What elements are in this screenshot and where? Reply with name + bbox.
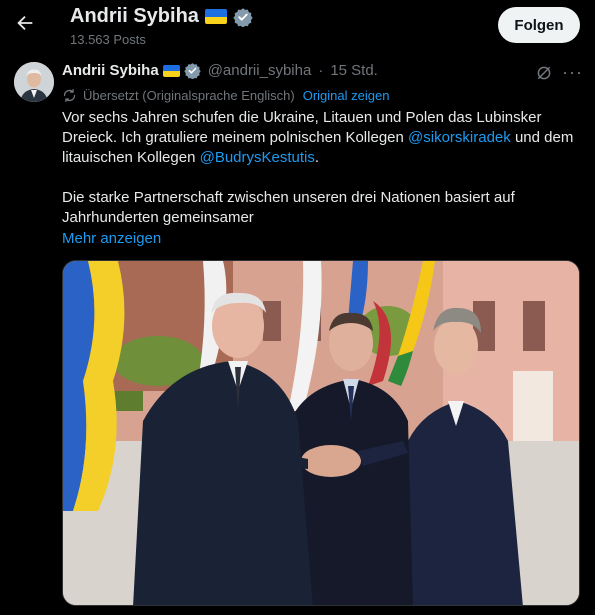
mention-link[interactable]: @sikorskiradek <box>408 129 511 146</box>
show-original-link[interactable]: Original zeigen <box>303 88 390 103</box>
follow-button[interactable]: Folgen <box>498 7 580 43</box>
posts-count: 13.563 Posts <box>70 32 146 47</box>
profile-header: Andrii Sybiha 13.563 Posts Folgen <box>0 0 595 50</box>
post-paragraph-2: Die starke Partnerschaft zwischen unsere… <box>62 189 515 226</box>
mention-link[interactable]: @BudrysKestutis <box>200 149 315 166</box>
post-text: Vor sechs Jahren schufen die Ukraine, Li… <box>62 108 577 228</box>
translation-note: Übersetzt (Originalsprache Englisch) Ori… <box>62 88 389 103</box>
post-meta: Andrii Sybiha @andrii_sybiha · 15 Std. <box>62 62 378 79</box>
author-handle[interactable]: @andrii_sybiha <box>208 62 312 79</box>
profile-name-heading: Andrii Sybiha <box>70 5 253 28</box>
grok-icon[interactable] <box>535 64 553 82</box>
ukraine-flag-icon <box>204 9 227 24</box>
verified-badge-icon <box>233 7 253 27</box>
show-more-link[interactable]: Mehr anzeigen <box>62 230 161 247</box>
more-options-icon[interactable]: ··· <box>562 62 583 83</box>
ukraine-flag-icon <box>162 64 180 77</box>
profile-name: Andrii Sybiha <box>70 5 199 27</box>
author-name[interactable]: Andrii Sybiha <box>62 62 159 79</box>
meta-separator: · <box>318 62 324 79</box>
author-avatar[interactable] <box>14 62 54 102</box>
verified-badge-icon <box>183 63 201 79</box>
arrow-left-icon[interactable] <box>14 12 36 34</box>
translation-label: Übersetzt (Originalsprache Englisch) <box>83 88 295 103</box>
post-time[interactable]: 15 Std. <box>330 62 378 79</box>
translate-icon <box>63 88 76 103</box>
post-photo[interactable] <box>62 260 580 606</box>
post-paragraph-1: Vor sechs Jahren schufen die Ukraine, Li… <box>62 109 574 166</box>
